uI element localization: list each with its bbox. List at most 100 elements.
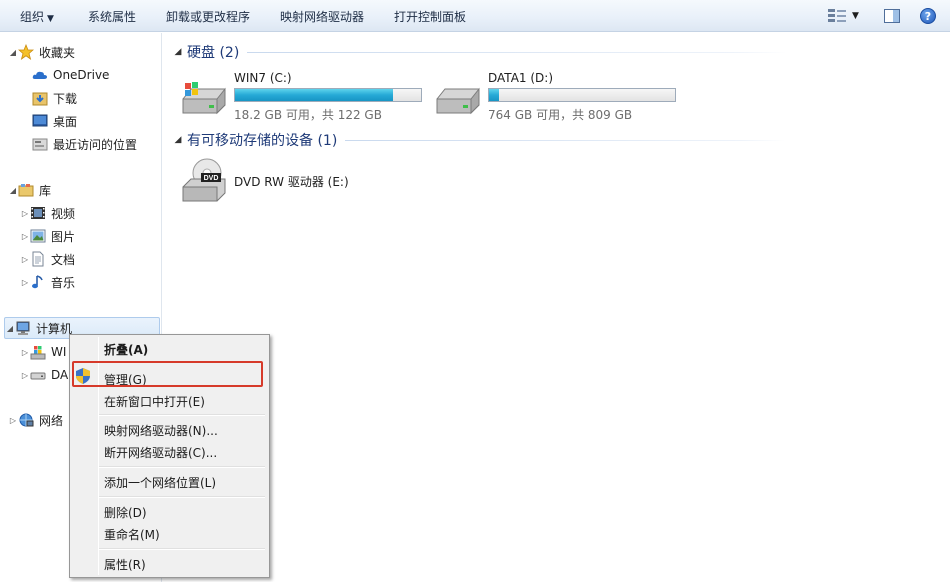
nav-item-documents[interactable]: ▷ 文档	[20, 249, 75, 269]
map-network-drive-button[interactable]: 映射网络驱动器	[280, 8, 364, 25]
expand-arrow-icon[interactable]: ◢	[5, 324, 15, 333]
drive-name: DATA1 (D:)	[488, 71, 554, 85]
nav-label: 文档	[51, 252, 76, 267]
help-button[interactable]: ?	[920, 5, 936, 27]
nav-item-pictures[interactable]: ▷ 图片	[20, 226, 75, 246]
nav-item-recent-places[interactable]: 最近访问的位置	[32, 134, 137, 154]
group-header-removable[interactable]: ◢ 有可移动存储的设备 (1)	[173, 130, 786, 150]
menu-separator	[99, 548, 265, 550]
nav-item-desktop[interactable]: 桌面	[32, 111, 77, 131]
video-icon	[30, 205, 46, 221]
collapse-arrow-icon[interactable]: ▷	[8, 416, 18, 425]
network-icon	[18, 412, 34, 428]
drive-free-space: 18.2 GB 可用，共 122 GB	[234, 108, 382, 122]
drive-name: WIN7 (C:)	[234, 71, 292, 85]
open-control-panel-button[interactable]: 打开控制面板	[394, 8, 466, 25]
star-icon	[17, 43, 35, 60]
group-divider	[345, 139, 786, 141]
nav-label: 最近访问的位置	[53, 137, 138, 152]
windows-drive-icon	[30, 344, 46, 360]
drive-c[interactable]: WIN7 (C:) 18.2 GB 可用，共 122 GB	[181, 71, 423, 122]
expand-arrow-icon[interactable]: ◢	[8, 48, 18, 57]
nav-item-win7-drive[interactable]: ▷ WI	[20, 342, 66, 362]
nav-label: 视频	[51, 206, 76, 221]
nav-label: 网络	[39, 413, 64, 428]
group-divider	[247, 51, 788, 53]
music-icon	[30, 274, 46, 290]
nav-label: WI	[51, 345, 67, 359]
nav-label: 计算机	[36, 321, 73, 336]
menu-item-open-new-window[interactable]: 在新窗口中打开(E)	[104, 393, 205, 410]
dvd-label: DVD	[204, 175, 219, 182]
preview-pane-button[interactable]	[884, 5, 900, 27]
organize-label: 组织	[20, 10, 45, 24]
dvd-drive[interactable]: DVD DVD RW 驱动器 (E:)	[181, 157, 381, 205]
nav-item-network[interactable]: ▷ 网络	[8, 410, 63, 430]
menu-item-rename[interactable]: 重命名(M)	[104, 526, 160, 543]
nav-label: OneDrive	[53, 68, 110, 82]
nav-label: 桌面	[53, 114, 78, 129]
collapse-arrow-icon[interactable]: ▷	[20, 255, 30, 264]
preview-pane-icon	[884, 9, 900, 23]
command-bar: 组织 ▼ 系统属性 卸载或更改程序 映射网络驱动器 打开控制面板 ▼ ?	[0, 0, 950, 32]
collapse-arrow-icon[interactable]: ◢	[173, 47, 183, 57]
drive-usage-fill	[489, 89, 500, 101]
uninstall-program-button[interactable]: 卸载或更改程序	[166, 8, 250, 25]
group-title: 有可移动存储的设备 (1)	[187, 133, 338, 149]
nav-label: DA	[51, 368, 69, 382]
menu-item-add-network-location[interactable]: 添加一个网络位置(L)	[104, 474, 216, 491]
collapse-arrow-icon[interactable]: ▷	[20, 209, 30, 218]
highlight-annotation	[72, 361, 263, 387]
drive-name: DVD RW 驱动器 (E:)	[234, 175, 349, 189]
organize-button[interactable]: 组织 ▼	[20, 8, 54, 25]
recent-places-icon	[32, 136, 48, 152]
drive-icon	[436, 87, 480, 115]
drive-usage-bar	[488, 88, 676, 102]
menu-item-delete[interactable]: 删除(D)	[104, 504, 147, 521]
menu-item-properties[interactable]: 属性(R)	[104, 556, 146, 573]
collapse-arrow-icon[interactable]: ◢	[173, 135, 183, 145]
change-view-button[interactable]: ▼	[828, 5, 859, 27]
nav-label: 音乐	[51, 275, 76, 290]
menu-separator	[99, 414, 265, 416]
chevron-down-icon: ▼	[852, 11, 859, 21]
nav-label: 图片	[51, 229, 76, 244]
menu-separator	[99, 496, 265, 498]
view-list-icon	[828, 8, 846, 24]
collapse-arrow-icon[interactable]: ▷	[20, 278, 30, 287]
drive-usage-bar	[234, 88, 422, 102]
system-properties-button[interactable]: 系统属性	[88, 8, 136, 25]
nav-label: 收藏夹	[39, 45, 76, 60]
nav-item-downloads[interactable]: 下载	[32, 88, 77, 108]
group-title: 硬盘 (2)	[187, 45, 240, 61]
menu-item-collapse[interactable]: 折叠(A)	[104, 341, 148, 358]
desktop-icon	[32, 113, 48, 129]
nav-item-libraries[interactable]: ◢ 库	[8, 180, 51, 200]
windows-drive-icon	[182, 82, 226, 115]
drive-usage-fill	[235, 89, 394, 101]
expand-arrow-icon[interactable]: ◢	[8, 186, 18, 195]
nav-item-videos[interactable]: ▷ 视频	[20, 203, 75, 223]
nav-item-data-drive[interactable]: ▷ DA	[20, 365, 68, 385]
downloads-folder-icon	[32, 90, 48, 106]
menu-item-disconnect-network-drive[interactable]: 断开网络驱动器(C)...	[104, 444, 217, 461]
drive-icon	[30, 367, 46, 383]
chevron-down-icon: ▼	[47, 14, 54, 24]
nav-item-music[interactable]: ▷ 音乐	[20, 272, 75, 292]
menu-item-map-network-drive[interactable]: 映射网络驱动器(N)...	[104, 422, 218, 439]
group-header-hard-disks[interactable]: ◢ 硬盘 (2)	[173, 42, 788, 62]
collapse-arrow-icon[interactable]: ▷	[20, 348, 30, 357]
dvd-drive-icon: DVD	[182, 158, 226, 202]
drive-d[interactable]: DATA1 (D:) 764 GB 可用，共 809 GB	[435, 71, 677, 122]
collapse-arrow-icon[interactable]: ▷	[20, 371, 30, 380]
nav-item-onedrive[interactable]: OneDrive	[32, 65, 109, 85]
nav-item-favorites[interactable]: ◢ 收藏夹	[8, 42, 75, 62]
picture-icon	[30, 228, 46, 244]
collapse-arrow-icon[interactable]: ▷	[20, 232, 30, 241]
computer-icon	[15, 320, 31, 336]
help-icon: ?	[920, 8, 936, 24]
library-icon	[18, 182, 34, 198]
drive-free-space: 764 GB 可用，共 809 GB	[488, 108, 633, 122]
nav-label: 下载	[53, 91, 78, 106]
menu-separator	[99, 466, 265, 468]
